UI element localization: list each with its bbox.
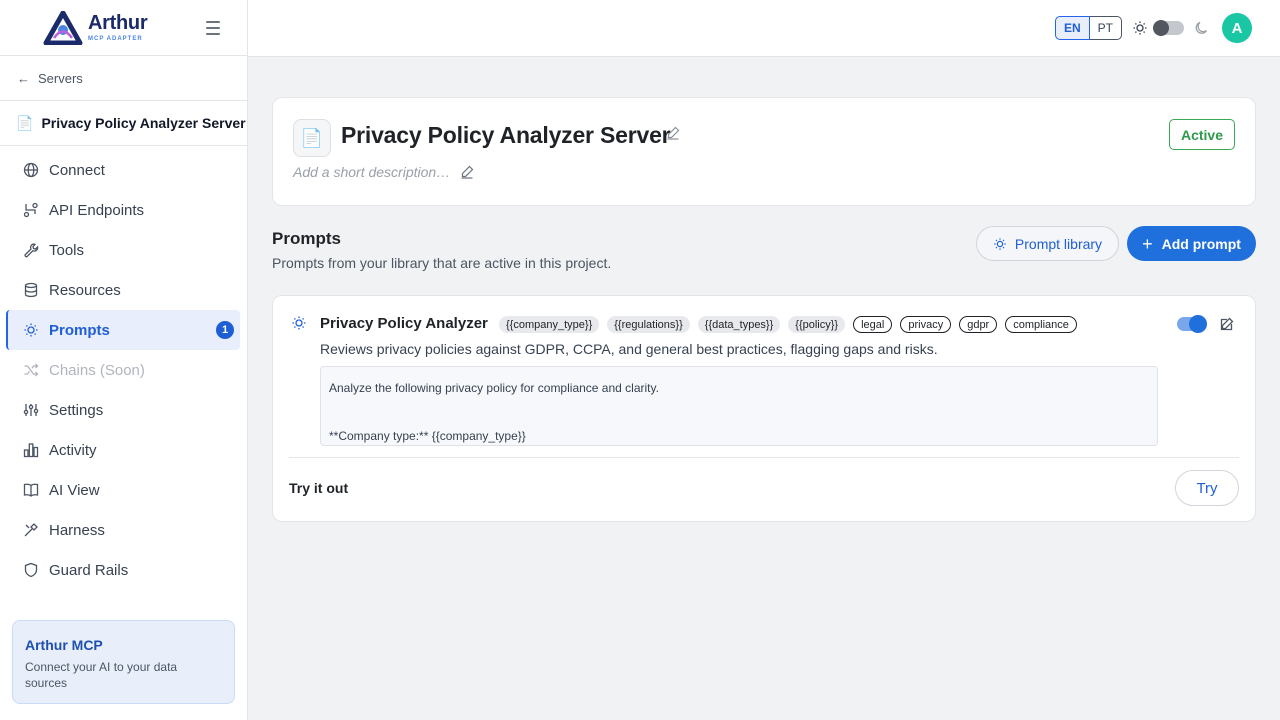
promo-title: Arthur MCP <box>25 637 103 653</box>
menu-icon[interactable] <box>204 20 222 36</box>
variable-chip: {{policy}} <box>788 316 846 333</box>
sidebar-item-label: Resources <box>49 281 121 299</box>
sidebar-item-guard-rails[interactable]: Guard Rails <box>6 550 240 590</box>
description-placeholder[interactable]: Add a short description… <box>293 164 450 180</box>
back-to-servers-link[interactable]: ← Servers <box>0 56 247 101</box>
shuffle-icon <box>23 362 39 378</box>
variable-chip: {{data_types}} <box>697 316 781 333</box>
sidebar-item-activity[interactable]: Activity <box>6 430 240 470</box>
lightbulb-icon <box>23 322 39 338</box>
page-title: Privacy Policy Analyzer Server <box>341 122 671 148</box>
edit-prompt-icon[interactable] <box>1220 317 1234 331</box>
sliders-icon <box>23 402 39 418</box>
database-icon <box>23 282 39 298</box>
brand-header: Arthur MCP ADAPTER <box>0 0 247 56</box>
language-pt-button[interactable]: PT <box>1089 16 1123 40</box>
server-header-card: 📄 Privacy Policy Analyzer Server Add a s… <box>272 97 1256 206</box>
arthur-logo-icon[interactable] <box>43 10 83 45</box>
bar-chart-icon <box>23 442 39 458</box>
sidebar-item-label: Harness <box>49 521 105 539</box>
language-switcher: EN PT <box>1055 16 1123 40</box>
tag-chip: legal <box>853 316 893 333</box>
top-bar: EN PT A <box>248 0 1280 57</box>
prompt-body-line: **Company type:** {{company_type}} <box>329 429 526 443</box>
prompt-description: Reviews privacy policies against GDPR, C… <box>320 341 938 357</box>
edit-description-icon[interactable] <box>460 165 474 179</box>
lightbulb-icon <box>993 237 1007 251</box>
sidebar: Arthur MCP ADAPTER ← Servers 📄 Privacy P… <box>0 0 248 720</box>
section-title: Prompts <box>272 229 341 248</box>
try-it-out-label: Try it out <box>289 480 349 496</box>
prompt-library-label: Prompt library <box>1014 235 1103 252</box>
sidebar-item-api-endpoints[interactable]: API Endpoints <box>6 190 240 230</box>
sidebar-item-chains: Chains (Soon) <box>6 350 240 390</box>
section-subtitle: Prompts from your library that are activ… <box>272 255 612 271</box>
book-icon <box>23 482 39 498</box>
prompt-body-preview[interactable]: Analyze the following privacy policy for… <box>320 366 1158 446</box>
api-endpoints-icon <box>23 202 39 218</box>
add-prompt-button[interactable]: + Add prompt <box>1127 226 1256 261</box>
sidebar-item-connect[interactable]: Connect <box>6 150 240 190</box>
sidebar-item-label: API Endpoints <box>49 201 145 219</box>
sidebar-item-harness[interactable]: Harness <box>6 510 240 550</box>
status-badge: Active <box>1168 119 1235 150</box>
theme-toggle[interactable] <box>1153 20 1184 36</box>
sidebar-item-label: Prompts <box>49 321 110 339</box>
wrench-icon <box>23 242 39 258</box>
sidebar-item-label: AI View <box>49 481 100 499</box>
tag-chip: compliance <box>1005 316 1077 333</box>
divider <box>289 457 1239 458</box>
sidebar-item-resources[interactable]: Resources <box>6 270 240 310</box>
sidebar-item-label: Tools <box>49 241 85 259</box>
arrow-left-icon: ← <box>17 70 30 86</box>
promo-card: Arthur MCP Connect your AI to your data … <box>12 620 235 704</box>
sidebar-nav: Connect API Endpoints Tools Resources Pr… <box>0 146 247 590</box>
edit-title-icon[interactable] <box>666 126 680 140</box>
sidebar-item-ai-view[interactable]: AI View <box>6 470 240 510</box>
tag-chip: privacy <box>900 316 952 333</box>
prompt-enabled-toggle[interactable] <box>1177 315 1207 333</box>
plus-icon: + <box>1142 233 1153 254</box>
brand-name: Arthur <box>88 12 148 34</box>
moon-icon <box>1194 20 1210 36</box>
prompt-name: Privacy Policy Analyzer <box>320 315 488 332</box>
tag-chip: gdpr <box>959 316 998 333</box>
sidebar-item-tools[interactable]: Tools <box>6 230 240 270</box>
lightbulb-icon <box>291 315 307 331</box>
prompt-body-line: Analyze the following privacy policy for… <box>329 381 659 395</box>
language-en-button[interactable]: EN <box>1055 16 1090 40</box>
sidebar-item-label: Settings <box>49 401 104 419</box>
current-server: 📄 Privacy Policy Analyzer Server <box>0 101 247 146</box>
variable-chip: {{company_type}} <box>499 316 600 333</box>
sidebar-item-label: Activity <box>49 441 97 459</box>
sidebar-item-prompts[interactable]: Prompts 1 <box>6 310 240 350</box>
tools-icon <box>23 522 39 538</box>
document-icon: 📄 <box>293 119 331 157</box>
promo-text: Connect your AI to your data sources <box>25 660 178 690</box>
sidebar-item-label: Connect <box>49 161 105 179</box>
prompt-tags: {{company_type}} {{regulations}} {{data_… <box>499 316 1077 333</box>
sidebar-item-settings[interactable]: Settings <box>6 390 240 430</box>
server-name: Privacy Policy Analyzer Server <box>41 115 246 131</box>
sidebar-item-label: Guard Rails <box>49 561 129 579</box>
back-label: Servers <box>38 70 83 86</box>
try-button[interactable]: Try <box>1175 470 1239 506</box>
avatar[interactable]: A <box>1222 13 1252 43</box>
add-prompt-label: Add prompt <box>1161 235 1241 252</box>
variable-chip: {{regulations}} <box>607 316 690 333</box>
prompts-count-badge: 1 <box>216 321 234 339</box>
globe-icon <box>23 162 39 178</box>
brand-subtitle: MCP ADAPTER <box>88 36 143 42</box>
prompt-library-button[interactable]: Prompt library <box>976 226 1119 261</box>
document-icon: 📄 <box>16 114 34 131</box>
sidebar-item-label: Chains (Soon) <box>49 361 145 379</box>
shield-icon <box>23 562 39 578</box>
prompt-card: Privacy Policy Analyzer {{company_type}}… <box>272 295 1256 522</box>
sun-icon <box>1132 20 1148 36</box>
